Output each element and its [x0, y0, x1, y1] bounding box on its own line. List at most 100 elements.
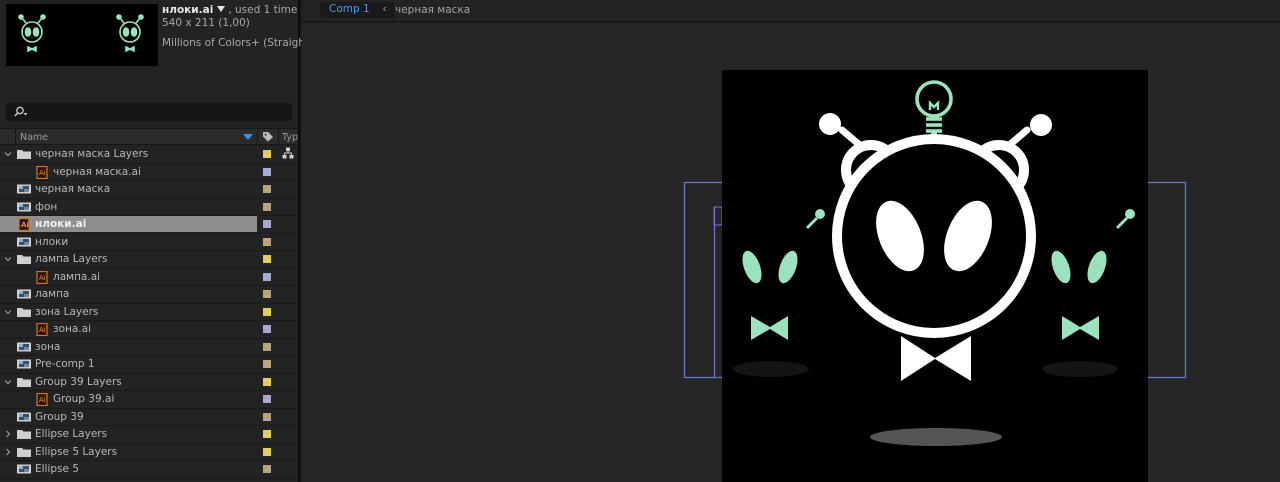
composition-icon — [16, 463, 32, 478]
project-item-row[interactable]: Pre-comp 1 — [0, 356, 298, 374]
breadcrumb-comp[interactable]: черная маска — [395, 4, 470, 16]
project-item-row[interactable]: Group 39 Layers — [0, 374, 298, 391]
composition-viewer[interactable] — [302, 23, 1280, 482]
project-item-row[interactable]: Ai черная маска.ai — [0, 164, 298, 181]
project-item-row[interactable]: зона — [0, 339, 298, 356]
svg-text:Ai: Ai — [39, 169, 46, 177]
chevron-left-icon[interactable]: ‹ — [382, 3, 386, 15]
svg-text:Ai: Ai — [39, 396, 46, 404]
illustrator-file-icon: Ai — [34, 322, 50, 339]
tab-comp-1[interactable]: Comp 1 ‹ — [320, 2, 394, 18]
label-color-swatch[interactable] — [263, 290, 271, 298]
project-item-name-cell[interactable]: черная маска — [0, 181, 257, 197]
project-item-label: зона.ai — [53, 323, 91, 335]
project-item-name-cell[interactable]: Ellipse 5 — [0, 461, 257, 477]
project-item-label: черная маска.ai — [53, 165, 141, 178]
project-item-row[interactable]: лампа Layers — [0, 251, 298, 269]
label-color-swatch[interactable] — [263, 255, 271, 263]
chevron-down-icon[interactable] — [4, 307, 12, 315]
project-item-name-cell[interactable]: лампа — [0, 286, 257, 302]
composition-icon — [16, 288, 32, 303]
project-item-label: нлоки.ai — [35, 218, 87, 230]
project-item-row[interactable]: Ellipse 5 Layers — [0, 444, 298, 461]
flowchart-icon[interactable] — [282, 147, 294, 162]
project-item-name-cell[interactable]: Pre-comp 1 — [0, 356, 257, 372]
project-item-name-cell[interactable]: Group 39 — [0, 409, 257, 425]
chevron-right-icon[interactable] — [4, 447, 12, 455]
project-item-label: Group 39 — [35, 410, 84, 423]
project-item-name-cell[interactable]: Ai зона.ai — [0, 321, 257, 337]
project-item-name-cell[interactable]: зона — [0, 339, 257, 355]
label-color-swatch[interactable] — [263, 395, 271, 403]
label-color-swatch[interactable] — [263, 412, 271, 421]
folder-icon — [16, 376, 32, 391]
project-item-label: зона — [35, 340, 61, 353]
project-item-name-cell[interactable]: Ai лампа.ai — [0, 269, 257, 285]
label-color-swatch[interactable] — [263, 377, 271, 386]
project-item-row[interactable]: черная маска Layers — [0, 146, 298, 164]
project-item-name-cell[interactable]: лампа Layers — [0, 251, 257, 267]
chevron-down-icon[interactable] — [4, 254, 12, 262]
label-color-swatch[interactable] — [263, 360, 271, 368]
label-color-swatch[interactable] — [263, 430, 271, 438]
project-item-label: Group 39.ai — [53, 393, 115, 405]
project-item-row[interactable]: Ellipse 5 — [0, 461, 298, 479]
project-item-label: нлоки — [35, 235, 69, 248]
svg-text:Ai: Ai — [21, 221, 29, 229]
label-color-swatch[interactable] — [263, 465, 271, 473]
project-item-name-cell[interactable]: Ai черная маска.ai — [0, 164, 257, 180]
label-color-swatch[interactable] — [263, 202, 271, 211]
project-item-row[interactable]: Ai нлоки.ai — [0, 216, 298, 234]
label-tag-icon[interactable] — [262, 131, 274, 142]
project-item-row[interactable]: зона Layers — [0, 304, 298, 321]
project-item-name-cell[interactable]: Ai нлоки.ai — [0, 216, 257, 232]
composition-tab-bar: Comp 1 ‹ черная маска — [302, 0, 1280, 22]
project-item-name-cell[interactable]: фон — [0, 199, 257, 215]
chevron-right-icon[interactable] — [4, 429, 12, 438]
project-item-row[interactable]: Ai Group 39.ai — [0, 391, 298, 409]
layer-handle[interactable] — [713, 206, 723, 226]
project-item-label: лампа Layers — [35, 253, 108, 265]
project-item-row[interactable]: Ellipse Layers — [0, 426, 298, 444]
label-color-swatch[interactable] — [263, 307, 271, 316]
item-usage: , used 1 time — [228, 4, 298, 16]
svg-text:Ai: Ai — [39, 274, 46, 282]
label-color-swatch[interactable] — [263, 150, 271, 158]
project-item-row[interactable]: фон — [0, 199, 298, 216]
illustrator-file-icon: Ai — [34, 270, 50, 287]
label-color-swatch[interactable] — [263, 272, 271, 281]
project-item-row[interactable]: лампа — [0, 286, 298, 304]
chevron-down-icon[interactable] — [4, 149, 12, 157]
project-item-row[interactable]: черная маска — [0, 181, 298, 199]
project-item-row[interactable]: нлоки — [0, 234, 298, 251]
label-color-swatch[interactable] — [263, 325, 271, 333]
composition-icon — [16, 341, 32, 356]
project-item-name-cell[interactable]: Ellipse 5 Layers — [0, 444, 257, 460]
project-item-name-cell[interactable]: Group 39 Layers — [0, 374, 257, 390]
label-color-swatch[interactable] — [263, 237, 271, 246]
usage-dropdown-icon[interactable] — [217, 6, 226, 12]
project-item-name-cell[interactable]: зона Layers — [0, 304, 257, 320]
chevron-down-icon[interactable] — [4, 377, 12, 385]
project-item-row[interactable]: Group 39 — [0, 409, 298, 426]
composition-icon — [16, 411, 32, 426]
project-item-name-cell[interactable]: черная маска Layers — [0, 146, 257, 162]
illustrator-file-icon: Ai — [34, 392, 50, 409]
project-item-name-cell[interactable]: Ai Group 39.ai — [0, 391, 257, 407]
project-item-label: Pre-comp 1 — [35, 358, 95, 370]
project-search-input[interactable] — [6, 103, 292, 121]
project-item-name-cell[interactable]: нлоки — [0, 234, 257, 250]
label-color-swatch[interactable] — [263, 342, 271, 351]
tab-comp-1-label: Comp 1 — [329, 3, 370, 15]
label-color-swatch[interactable] — [263, 220, 271, 228]
column-name-header[interactable]: Name — [20, 132, 48, 143]
project-item-row[interactable]: Ai лампа.ai — [0, 269, 298, 286]
svg-text:Ai: Ai — [39, 326, 46, 334]
label-color-swatch[interactable] — [263, 447, 271, 456]
project-item-name-cell[interactable]: Ellipse Layers — [0, 426, 257, 442]
composition-icon — [16, 183, 32, 198]
project-item-row[interactable]: Ai зона.ai — [0, 321, 298, 339]
label-color-swatch[interactable] — [263, 167, 271, 176]
column-type-header[interactable]: Typ — [282, 132, 298, 143]
label-color-swatch[interactable] — [263, 185, 271, 193]
